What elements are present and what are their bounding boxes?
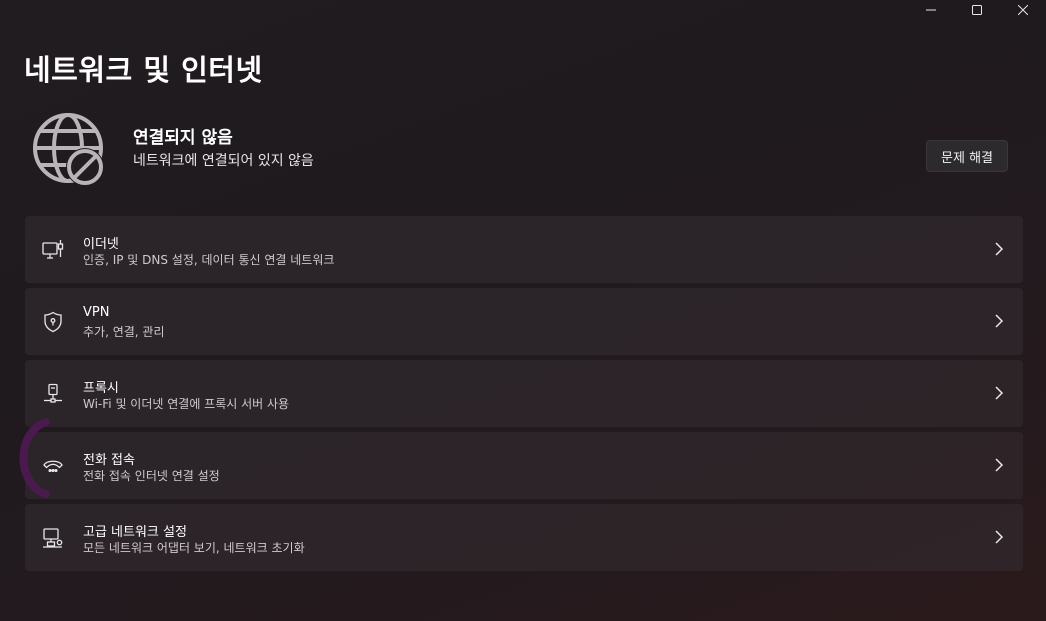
settings-item-title: 고급 네트워크 설정 xyxy=(83,525,187,540)
maximize-icon xyxy=(972,5,982,15)
vpn-shield-icon xyxy=(41,310,65,334)
ethernet-icon xyxy=(41,238,65,262)
settings-item-subtitle: Wi-Fi 및 이더넷 연결에 프록시 서버 사용 xyxy=(83,397,290,411)
status-subtitle: 네트워크에 연결되어 있지 않음 xyxy=(133,153,314,169)
page-title: 네트워크 및 인터넷 xyxy=(24,53,263,87)
globe-blocked-icon xyxy=(33,113,104,186)
settings-item-title: 프록시 xyxy=(83,381,119,396)
settings-item-proxy[interactable]: 프록시 Wi-Fi 및 이더넷 연결에 프록시 서버 사용 xyxy=(25,360,1023,427)
chevron-right-icon xyxy=(995,242,1004,256)
close-button[interactable] xyxy=(1000,0,1046,20)
window-controls xyxy=(908,0,1046,20)
settings-item-advanced-network[interactable]: 고급 네트워크 설정 모든 네트워크 어댑터 보기, 네트워크 초기화 xyxy=(25,504,1023,571)
focus-highlight xyxy=(19,418,50,498)
minimize-button[interactable] xyxy=(908,0,954,20)
settings-item-subtitle: 전화 접속 인터넷 연결 설정 xyxy=(83,469,220,483)
settings-item-title: 전화 접속 xyxy=(83,453,135,468)
chevron-right-icon xyxy=(995,458,1004,472)
chevron-right-icon xyxy=(995,314,1004,328)
chevron-right-icon xyxy=(995,530,1004,544)
minimize-icon xyxy=(926,9,936,11)
settings-item-subtitle: 추가, 연결, 관리 xyxy=(83,325,165,339)
settings-item-title: 이더넷 xyxy=(83,237,119,252)
settings-item-subtitle: 모든 네트워크 어댑터 보기, 네트워크 초기화 xyxy=(83,541,305,555)
settings-item-dial-up[interactable]: 전화 접속 전화 접속 인터넷 연결 설정 xyxy=(25,432,1023,499)
settings-item-vpn[interactable]: VPN 추가, 연결, 관리 xyxy=(25,288,1023,355)
settings-item-ethernet[interactable]: 이더넷 인증, IP 및 DNS 설정, 데이터 통신 연결 네트워크 xyxy=(25,216,1023,283)
troubleshoot-button[interactable]: 문제 해결 xyxy=(926,140,1008,172)
settings-list: 이더넷 인증, IP 및 DNS 설정, 데이터 통신 연결 네트워크 VPN … xyxy=(25,216,1023,576)
connection-status: 연결되지 않음 네트워크에 연결되어 있지 않음 문제 해결 xyxy=(32,112,1022,192)
status-title: 연결되지 않음 xyxy=(133,128,233,148)
chevron-right-icon xyxy=(995,386,1004,400)
proxy-icon xyxy=(41,382,65,406)
close-icon xyxy=(1018,5,1028,15)
settings-item-title: VPN xyxy=(83,305,110,320)
maximize-button[interactable] xyxy=(954,0,1000,20)
advanced-network-icon xyxy=(41,526,65,550)
settings-item-subtitle: 인증, IP 및 DNS 설정, 데이터 통신 연결 네트워크 xyxy=(83,253,335,267)
